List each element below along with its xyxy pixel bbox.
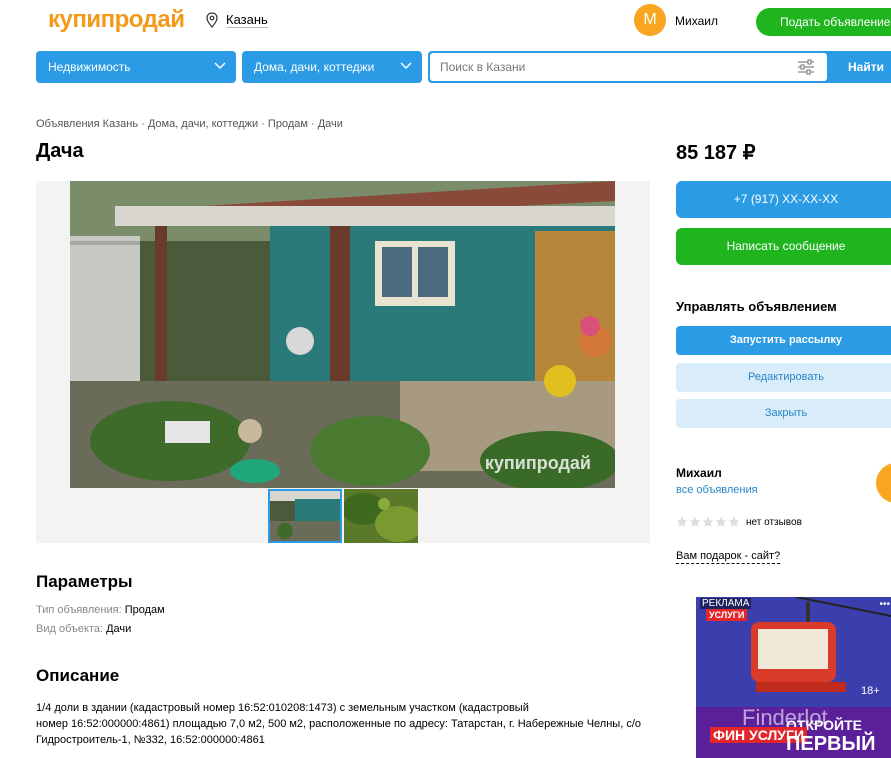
star-icon — [702, 516, 714, 527]
page-title: Дача — [36, 140, 84, 162]
avatar[interactable]: М — [634, 4, 666, 36]
price: 85 187 ₽ — [676, 142, 756, 164]
param-row: Тип объявления: Продам — [36, 604, 165, 616]
param-key: Тип объявления: — [36, 604, 122, 616]
search-input[interactable] — [430, 53, 827, 81]
description-line: 1/4 доли в здании (кадастровый номер 16:… — [36, 702, 529, 714]
ad-headline-2: ПЕРВЫЙ — [786, 733, 876, 755]
gift-site-link[interactable]: Вам подарок - сайт? — [676, 550, 781, 564]
description-line: Гидростроитель-1, №332, 16:52:000000:486… — [36, 734, 265, 746]
category-select[interactable]: Недвижимость — [36, 51, 236, 83]
param-key: Вид объекта: — [36, 623, 104, 635]
subcategory-select-value: Дома, дачи, коттеджи — [254, 60, 375, 74]
breadcrumb[interactable]: Объявления Казань · Дома, дачи, коттеджи… — [36, 118, 343, 130]
main-photo[interactable]: купипродай — [70, 181, 615, 488]
subcategory-select[interactable]: Дома, дачи, коттеджи — [242, 51, 422, 83]
star-icon — [728, 516, 740, 527]
seller-avatar[interactable] — [876, 463, 891, 503]
start-mailing-button[interactable]: Запустить рассылку — [676, 326, 891, 355]
seller-name: Михаил — [676, 466, 722, 480]
ad-age-badge: 18+ — [861, 685, 880, 697]
close-ad-button[interactable]: Закрыть — [676, 399, 891, 428]
city-selector[interactable]: Казань — [206, 12, 268, 28]
description-text: 1/4 доли в здании (кадастровый номер 16:… — [36, 700, 656, 748]
ad-label: РЕКЛАМА — [700, 598, 752, 609]
reviews-count: нет отзывов — [746, 517, 802, 528]
star-icon — [689, 516, 701, 527]
manage-heading: Управлять объявлением — [676, 299, 837, 314]
write-message-button[interactable]: Написать сообщение — [676, 228, 891, 265]
more-icon[interactable]: ••• — [879, 599, 890, 610]
user-name[interactable]: Михаил — [675, 14, 718, 28]
thumbnail-2[interactable] — [344, 489, 418, 543]
ad-banner[interactable]: РЕКЛАМА ••• УСЛУГИ 18+ Finderlot ОТКРОЙТ… — [696, 597, 891, 758]
param-row: Вид объекта: Дачи — [36, 623, 131, 635]
city-name: Казань — [226, 11, 268, 28]
param-value: Дачи — [106, 623, 132, 635]
filter-icon[interactable] — [797, 59, 815, 75]
show-phone-button[interactable]: +7 (917) XX-XX-XX — [676, 181, 891, 218]
search-button[interactable]: Найти — [832, 51, 891, 83]
chevron-down-icon — [214, 62, 226, 70]
description-heading: Описание — [36, 666, 120, 685]
ad-tag: УСЛУГИ — [706, 609, 748, 621]
search-box: Найти — [428, 51, 891, 83]
thumbnail-image — [344, 489, 418, 543]
dacha-photo-image — [70, 181, 615, 488]
seller-rating — [676, 516, 740, 528]
thumbnail-1[interactable] — [268, 489, 342, 543]
chevron-down-icon — [400, 62, 412, 70]
category-select-value: Недвижимость — [48, 60, 131, 74]
edit-button[interactable]: Редактировать — [676, 363, 891, 392]
post-ad-button[interactable]: Подать объявление — [756, 8, 891, 36]
logo[interactable]: купипродай — [48, 6, 185, 34]
star-icon — [715, 516, 727, 527]
photo-watermark: купипродай — [484, 453, 591, 473]
params-heading: Параметры — [36, 572, 133, 591]
location-pin-icon — [206, 12, 218, 28]
thumbnail-image — [270, 491, 340, 541]
logo-text: купипродай — [48, 6, 185, 33]
seller-all-ads-link[interactable]: все объявления — [676, 484, 758, 496]
photo-gallery: купипродай — [36, 181, 650, 543]
description-line: номер 16:52:000000:4861) площадью 7,0 м2… — [36, 718, 641, 730]
star-icon — [676, 516, 688, 527]
header: купипродай Казань М Михаил Подать объявл… — [0, 0, 891, 44]
param-value: Продам — [124, 604, 165, 616]
